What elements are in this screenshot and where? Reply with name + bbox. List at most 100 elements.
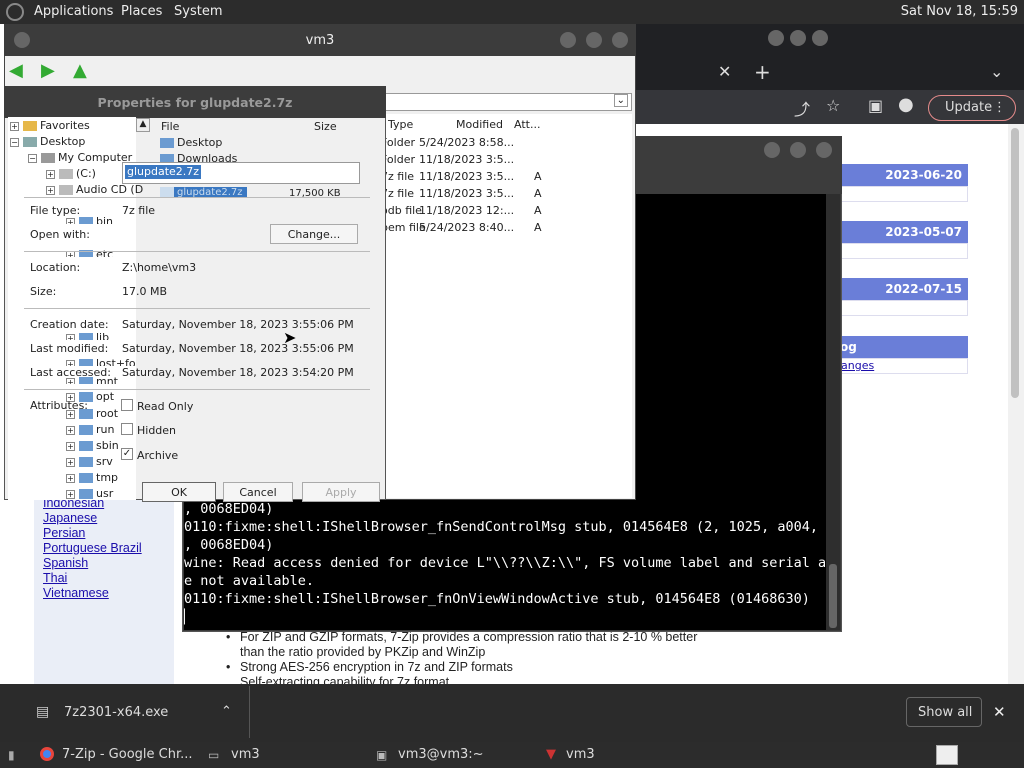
taskbar-item-chrome[interactable]: 7-Zip - Google Chr...	[62, 747, 193, 762]
tree-folder[interactable]: + lib	[66, 331, 109, 340]
tree-my-computer[interactable]: − My Computer	[28, 151, 132, 164]
update-button[interactable]: Update ⋮	[928, 95, 1016, 121]
terminal-scrollbar[interactable]	[826, 194, 840, 630]
tree-audio-cd[interactable]: + Audio CD (D	[46, 183, 143, 196]
taskbar-item-wine[interactable]: vm3	[566, 747, 595, 762]
maximize-button[interactable]	[790, 30, 806, 46]
column-size[interactable]: Size	[314, 120, 337, 133]
maximize-button[interactable]	[586, 32, 602, 48]
file-modified: 11/18/2023 3:5...	[419, 170, 515, 183]
file-name: Desktop	[177, 136, 223, 149]
tree-label: Desktop	[40, 135, 86, 148]
close-button[interactable]	[816, 142, 832, 158]
side-panel-icon[interactable]: ▣	[868, 96, 883, 115]
close-tab-icon[interactable]: ✕	[718, 62, 731, 81]
close-button[interactable]	[612, 32, 628, 48]
changes-link[interactable]: anges	[838, 358, 968, 374]
close-button[interactable]	[812, 30, 828, 46]
tree-desktop[interactable]: − Desktop	[10, 135, 85, 148]
file-manager-titlebar: vm3	[4, 24, 636, 56]
up-arrow-icon[interactable]: ▲	[73, 60, 87, 81]
window-menu-button[interactable]	[14, 32, 30, 48]
properties-titlebar: Properties for glupdate2.7z	[4, 86, 386, 118]
show-desktop-icon[interactable]: ▮	[8, 748, 15, 762]
file-modified: 5/24/2023 8:58...	[419, 136, 515, 149]
places-menu[interactable]: Places	[121, 4, 162, 19]
language-link[interactable]: Portuguese Brazil	[43, 541, 142, 555]
system-menu[interactable]: System	[174, 4, 222, 19]
tab-search-icon[interactable]: ⌄	[990, 62, 1003, 81]
terminal-icon: ▣	[376, 748, 388, 762]
column-type[interactable]: Type	[388, 118, 413, 131]
read-only-checkbox[interactable]	[121, 399, 133, 411]
language-link[interactable]: Japanese	[43, 511, 97, 525]
hidden-checkbox[interactable]	[121, 423, 133, 435]
distro-logo-icon[interactable]	[6, 3, 24, 21]
tree-scroll-up-icon[interactable]: ▲	[136, 118, 150, 132]
file-row-downloads[interactable]: Downloads	[160, 152, 237, 162]
download-item[interactable]: ▤ 7z2301-x64.exe ⌃	[14, 686, 250, 738]
tree-label: usr	[96, 487, 114, 500]
taskbar-item-terminal[interactable]: vm3@vm3:~	[398, 747, 484, 762]
last-accessed-value: Saturday, November 18, 2023 3:54:20 PM	[122, 366, 354, 379]
ok-button[interactable]: OK	[142, 482, 216, 502]
minimize-button[interactable]	[768, 30, 784, 46]
terminal-scrollbar-thumb[interactable]	[829, 564, 837, 628]
cancel-button[interactable]: Cancel	[223, 482, 293, 502]
file-row-desktop[interactable]: Desktop	[160, 136, 222, 149]
tree-folder[interactable]: + srv	[66, 455, 113, 468]
show-all-button[interactable]: Show all	[906, 697, 982, 727]
apply-button[interactable]: Apply	[302, 482, 380, 502]
change-button[interactable]: Change...	[270, 224, 358, 244]
share-icon[interactable]: ⤴	[794, 96, 810, 120]
separator	[24, 197, 370, 198]
language-link[interactable]: Persian	[43, 526, 85, 540]
profile-avatar-icon[interactable]: ●	[898, 94, 914, 115]
column-attributes[interactable]: Att...	[514, 118, 540, 131]
tree-folder[interactable]: + etc	[66, 248, 113, 257]
terminal-line: 0110:fixme:shell:IShellBrowser_fnSendCon…	[184, 519, 826, 535]
feature-bullet: • For ZIP and GZIP formats, 7-Zip provide…	[226, 630, 698, 644]
column-modified[interactable]: Modified	[456, 118, 503, 131]
news-row	[838, 186, 968, 202]
taskbar-item-fm[interactable]: vm3	[231, 747, 260, 762]
tree-label: lost+fo	[96, 357, 136, 366]
applications-menu[interactable]: Applications	[34, 4, 113, 19]
feature-text: Strong AES-256 encryption in 7z and ZIP …	[240, 660, 513, 674]
tree-folder[interactable]: + sbin	[66, 439, 119, 452]
tree-folder[interactable]: + lost+fo	[66, 357, 136, 366]
news-date: 2023-06-20	[838, 164, 968, 186]
column-file[interactable]: File	[161, 120, 179, 133]
tree-folder[interactable]: + run	[66, 423, 114, 436]
maximize-button[interactable]	[790, 142, 806, 158]
chevron-up-icon[interactable]: ⌃	[221, 704, 232, 719]
address-dropdown[interactable]: ⌄	[384, 93, 632, 111]
tree-folder[interactable]: + usr	[66, 487, 113, 500]
forward-arrow-icon[interactable]: ▶	[41, 60, 55, 81]
workspace-switcher-icon[interactable]	[936, 745, 958, 765]
tree-label: tmp	[96, 471, 119, 484]
filename-selection[interactable]: glupdate2.7z	[125, 165, 202, 179]
language-link[interactable]: Vietnamese	[43, 586, 109, 600]
close-download-bar-icon[interactable]: ✕	[993, 703, 1006, 721]
tree-c-drive[interactable]: + (C:)	[46, 167, 96, 180]
page-scrollbar-thumb[interactable]	[1011, 128, 1019, 398]
back-arrow-icon[interactable]: ◀	[9, 60, 23, 81]
more-menu-icon[interactable]: ⋮	[993, 100, 1006, 115]
chevron-down-icon[interactable]: ⌄	[613, 94, 628, 107]
minimize-button[interactable]	[764, 142, 780, 158]
tree-favorites[interactable]: + Favorites	[10, 119, 90, 132]
language-link[interactable]: Spanish	[43, 556, 88, 570]
tree-folder[interactable]: + tmp	[66, 471, 118, 484]
language-link[interactable]: Thai	[43, 571, 67, 585]
file-name: Downloads	[177, 152, 238, 162]
archive-file-icon: ▤	[36, 704, 50, 720]
clock[interactable]: Sat Nov 18, 15:59	[901, 4, 1018, 19]
minimize-button[interactable]	[560, 32, 576, 48]
tree-label: opt	[96, 390, 115, 403]
new-tab-icon[interactable]: +	[754, 60, 771, 84]
news-date: 2023-05-07	[838, 221, 968, 243]
separator	[24, 251, 370, 252]
bookmark-star-icon[interactable]: ☆	[826, 96, 840, 115]
archive-checkbox[interactable]: ✓	[121, 448, 133, 460]
